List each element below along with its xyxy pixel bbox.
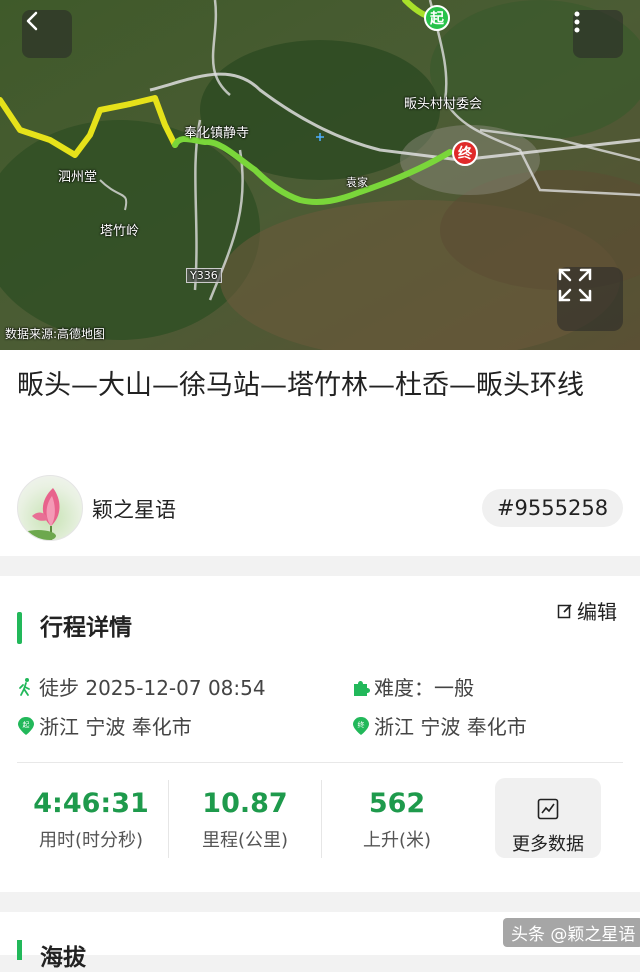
more-data-label: 更多数据 <box>512 834 584 855</box>
puzzle-icon <box>354 680 370 696</box>
place-label-peak: 塔竹岭 <box>100 224 140 239</box>
start-marker[interactable]: 起 <box>424 5 450 31</box>
route-title: 畈头—大山—徐马站—塔竹林—杜岙—畈头环线 <box>17 370 584 401</box>
expand-map-button[interactable] <box>557 267 623 331</box>
chart-icon <box>537 798 559 820</box>
road-label: Y336 <box>186 268 222 283</box>
svg-text:起: 起 <box>23 721 30 729</box>
start-location-text: 浙江 宁波 奉化市 <box>39 715 192 739</box>
route-map[interactable]: 起 终 奉化镇静寺 泗州堂 塔竹岭 畈头村村委会 袁家 Y336 数据来源:高德… <box>0 0 640 350</box>
more-data-button[interactable]: 更多数据 <box>495 778 601 858</box>
avatar[interactable] <box>17 475 83 541</box>
stat-label: 用时(时分秒) <box>38 830 144 851</box>
stat-duration: 4:46:31 用时(时分秒) <box>16 786 166 852</box>
watermark: 头条 @颖之星语 <box>503 918 640 947</box>
activity-text: 徒步 2025-12-07 08:54 <box>39 676 266 700</box>
place-label-temple: 奉化镇静寺 <box>184 126 250 141</box>
stat-distance: 10.87 里程(公里) <box>170 786 320 852</box>
stat-ascent: 562 上升(米) <box>322 786 472 852</box>
stat-value: 10.87 <box>202 788 288 819</box>
elevation-section-title: 海拔 <box>40 945 86 971</box>
more-vertical-icon <box>574 11 580 33</box>
stat-label: 里程(公里) <box>201 830 289 851</box>
back-arrow-icon <box>26 11 38 31</box>
activity-info: 徒步 2025-12-07 08:54 <box>17 672 266 701</box>
route-id-badge[interactable]: #9555258 <box>482 489 623 527</box>
section-title: 行程详情 <box>40 615 132 641</box>
place-label-hall: 泗州堂 <box>58 170 98 185</box>
section-accent-bar <box>17 940 22 960</box>
difficulty-text: 难度：一般 <box>374 676 474 700</box>
edit-button[interactable]: 编辑 <box>557 596 617 625</box>
section-accent-bar <box>17 612 22 644</box>
end-location-text: 浙江 宁波 奉化市 <box>374 715 527 739</box>
more-options-button[interactable] <box>573 10 623 58</box>
stat-label: 上升(米) <box>362 830 432 851</box>
start-pin-icon: 起 <box>18 716 34 735</box>
back-button[interactable] <box>22 10 72 58</box>
edit-label: 编辑 <box>577 600 617 624</box>
map-source-label: 数据来源:高德地图 <box>5 327 106 341</box>
end-marker[interactable]: 终 <box>452 140 478 166</box>
start-location-info: 起 浙江 宁波 奉化市 <box>17 711 192 740</box>
stat-separator <box>168 780 169 858</box>
place-label-hamlet: 袁家 <box>346 176 368 189</box>
svg-text:终: 终 <box>358 720 365 729</box>
hiking-icon <box>19 677 30 696</box>
end-location-info: 终 浙江 宁波 奉化市 <box>352 711 527 740</box>
place-label-village: 畈头村村委会 <box>404 97 483 112</box>
edit-icon <box>557 603 572 618</box>
lotus-avatar-image <box>20 488 60 540</box>
stat-value: 562 <box>368 788 426 819</box>
end-pin-icon: 终 <box>353 716 369 735</box>
divider <box>17 762 623 763</box>
author-name[interactable]: 颖之星语 <box>92 494 176 524</box>
stat-value: 4:46:31 <box>33 788 149 819</box>
expand-icon <box>558 268 592 302</box>
difficulty-info: 难度：一般 <box>352 672 474 701</box>
